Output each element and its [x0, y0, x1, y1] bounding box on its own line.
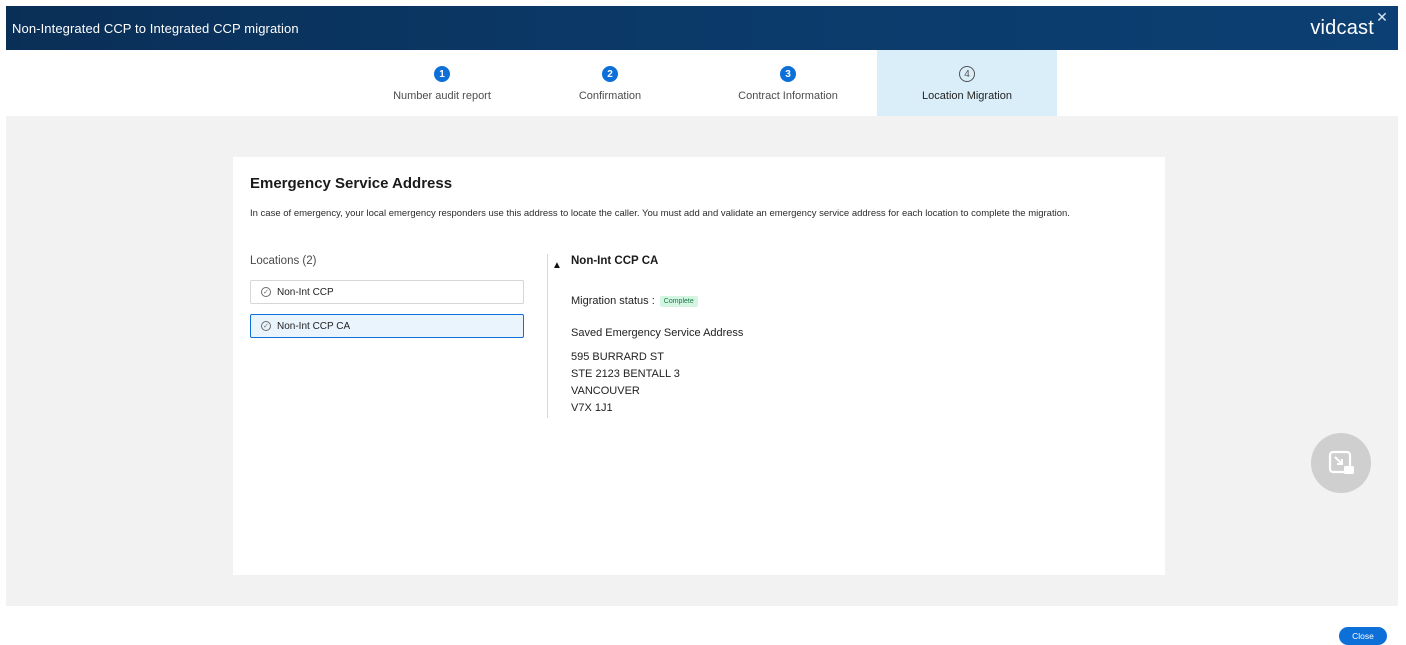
page-title: Non-Integrated CCP to Integrated CCP mig… [12, 20, 299, 36]
mouse-pointer-icon: ▲ [552, 260, 562, 271]
close-x-icon[interactable]: ✕ [1376, 9, 1388, 26]
card-title: Emergency Service Address [250, 175, 453, 192]
step-1-label: Number audit report [393, 90, 491, 102]
step-1-number: 1 [434, 66, 450, 82]
step-4-number: 4 [959, 66, 975, 82]
address-line-4: V7X 1J1 [571, 402, 613, 414]
panel-divider [547, 254, 548, 418]
step-2-number: 2 [602, 66, 618, 82]
stepper: 1 Number audit report 2 Confirmation 3 C… [0, 50, 1406, 116]
close-button[interactable]: Close [1339, 627, 1387, 645]
step-confirmation[interactable]: 2 Confirmation [520, 50, 700, 116]
app-header: Non-Integrated CCP to Integrated CCP mig… [6, 6, 1398, 50]
location-name: Non-Int CCP CA [571, 255, 659, 267]
locations-header: Locations (2) [250, 255, 317, 267]
migration-status-label: Migration status : [571, 295, 655, 307]
address-line-3: VANCOUVER [571, 385, 640, 397]
step-location-migration[interactable]: 4 Location Migration [877, 50, 1057, 116]
location-item-label: Non-Int CCP CA [277, 320, 351, 332]
address-line-2: STE 2123 BENTALL 3 [571, 368, 680, 380]
step-contract-information[interactable]: 3 Contract Information [698, 50, 878, 116]
location-item-label: Non-Int CCP [277, 286, 334, 298]
step-3-number: 3 [780, 66, 796, 82]
status-badge: Complete [659, 295, 698, 307]
emergency-address-card: Emergency Service Address In case of eme… [233, 157, 1165, 575]
circle-check-icon: ✓ [261, 321, 271, 331]
picture-in-picture-icon[interactable] [1311, 433, 1371, 493]
saved-address-label: Saved Emergency Service Address [571, 327, 744, 339]
brand-logo: vidcast ✕ [1310, 9, 1387, 40]
step-4-label: Location Migration [922, 90, 1012, 102]
step-3-label: Contract Information [738, 90, 838, 102]
location-item-non-int-ccp[interactable]: ✓ Non-Int CCP [250, 280, 524, 304]
card-description: In case of emergency, your local emergen… [250, 208, 1070, 219]
step-number-audit-report[interactable]: 1 Number audit report [352, 50, 532, 116]
address-line-1: 595 BURRARD ST [571, 351, 664, 363]
migration-status: Migration status : Complete [571, 295, 698, 307]
location-item-non-int-ccp-ca[interactable]: ✓ Non-Int CCP CA [250, 314, 524, 338]
step-2-label: Confirmation [578, 90, 642, 102]
circle-check-icon: ✓ [261, 287, 271, 297]
brand-name: vidcast [1310, 16, 1374, 39]
location-detail: Non-Int CCP CA Migration status : Comple… [571, 255, 1111, 414]
